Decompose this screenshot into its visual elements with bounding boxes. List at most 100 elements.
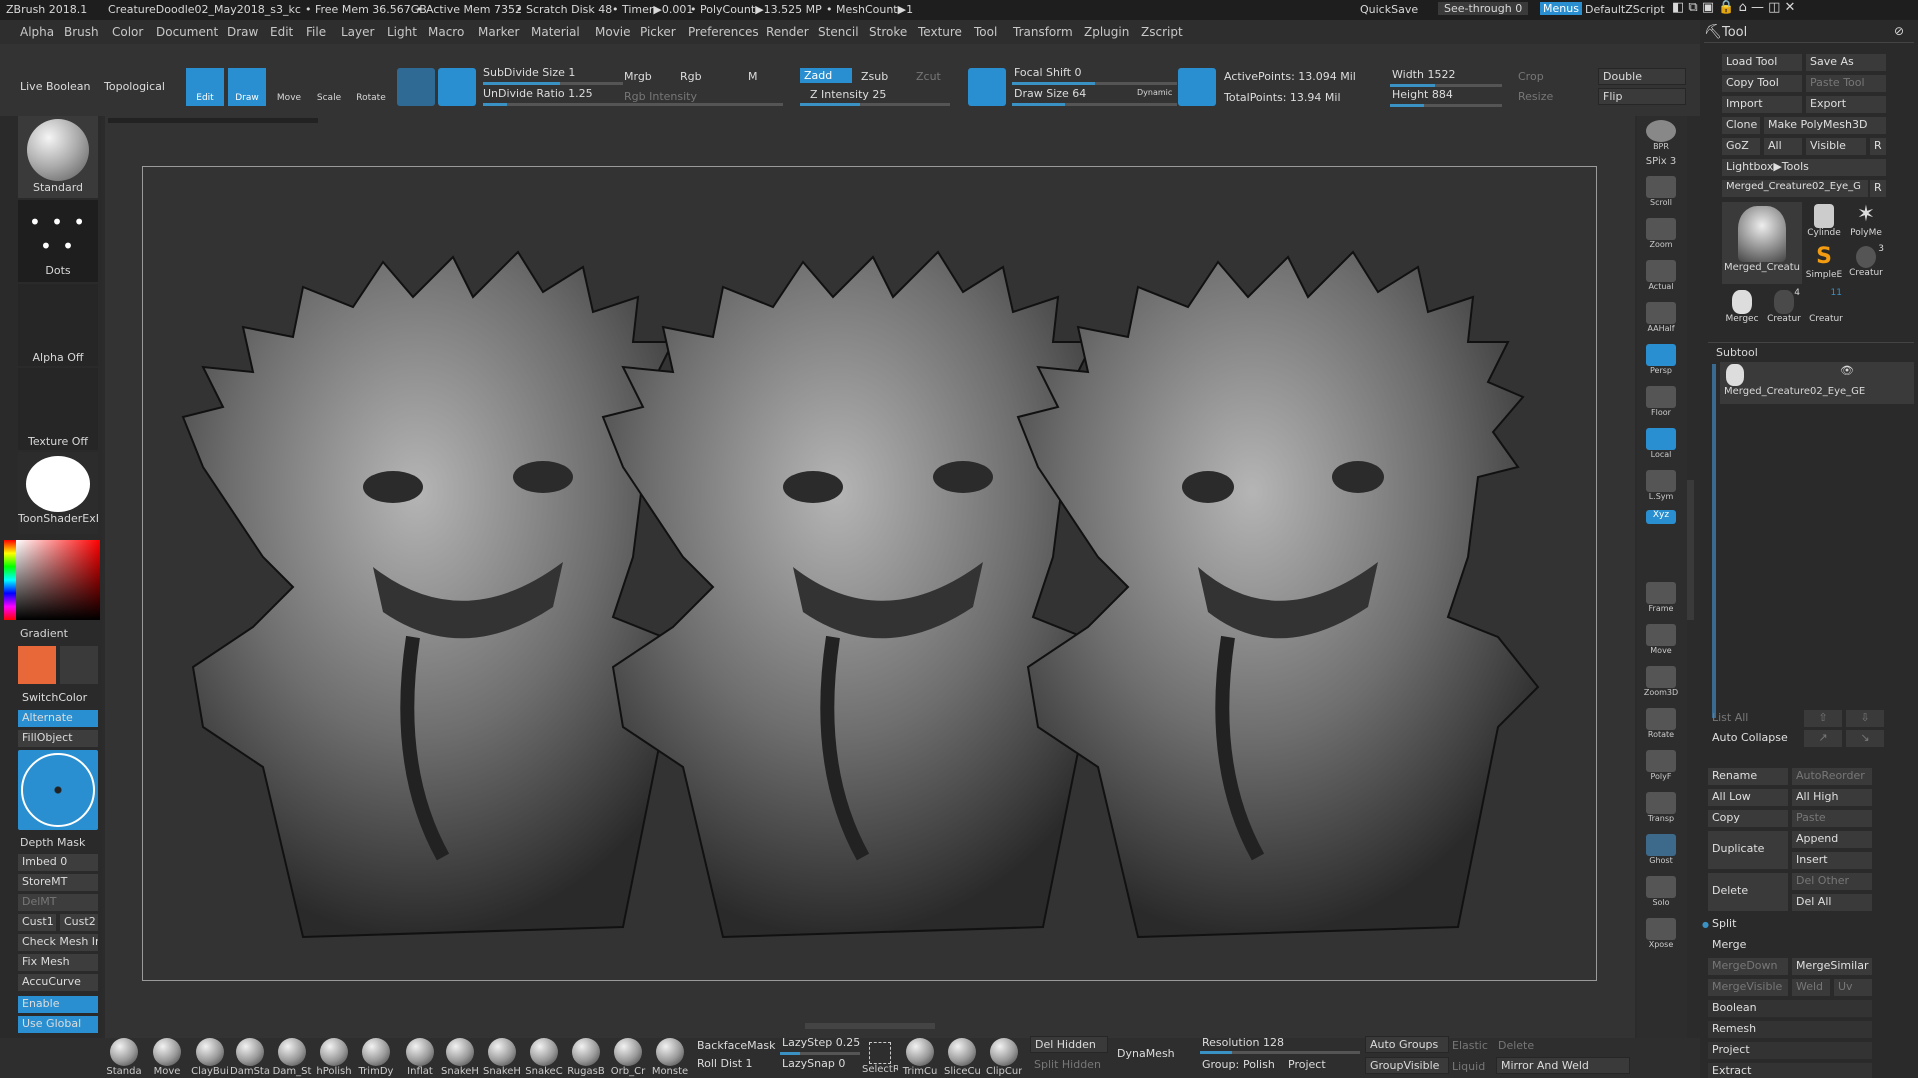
draw-button[interactable]: Draw	[228, 68, 266, 106]
project-section[interactable]: Project	[1708, 1042, 1872, 1059]
menu-render[interactable]: Render	[766, 25, 809, 39]
extract-section[interactable]: Extract	[1708, 1063, 1872, 1078]
rotate-view-button[interactable]: Rotate	[1639, 706, 1683, 746]
brush-snakehook-1[interactable]: SnakeH	[440, 1036, 480, 1078]
lazy-step-bar[interactable]	[780, 1052, 860, 1055]
ghost-button[interactable]: Ghost	[1639, 832, 1683, 872]
undivide-ratio-slider[interactable]: UnDivide Ratio 1.25	[483, 87, 593, 100]
tool-panel-title[interactable]: Tool	[1722, 25, 1747, 40]
width-slider[interactable]: Width 1522	[1392, 68, 1455, 81]
brush-move[interactable]: Move	[147, 1036, 187, 1078]
elastic-button[interactable]: Elastic	[1452, 1039, 1488, 1052]
quicksave-button[interactable]: QuickSave	[1360, 3, 1418, 16]
duplicate-button[interactable]: Duplicate	[1708, 831, 1788, 869]
brush-orb-cracks[interactable]: Orb_Cr	[608, 1036, 648, 1078]
document-frame[interactable]	[142, 166, 1597, 981]
del-all-button[interactable]: Del All	[1792, 894, 1872, 911]
check-mesh-button[interactable]: Check Mesh In	[18, 934, 98, 951]
brush-claybuildup[interactable]: ClayBui	[190, 1036, 230, 1078]
window-controls-icon[interactable]: ◧ ⧉ ▣ 🔒 ⌂ — ◫ ✕	[1672, 0, 1795, 15]
save-as-button[interactable]: Save As	[1806, 54, 1886, 71]
menu-zplugin[interactable]: Zplugin	[1084, 25, 1129, 39]
dynamic-draw-icon[interactable]	[1178, 68, 1216, 106]
undivide-ratio-bar[interactable]	[483, 103, 783, 106]
paste-button[interactable]: Paste	[1792, 810, 1872, 827]
zsub-button[interactable]: Zsub	[861, 70, 888, 83]
brush-inflate[interactable]: Inflat	[400, 1036, 440, 1078]
rgb-button[interactable]: Rgb	[680, 70, 702, 83]
switch-color-button[interactable]: SwitchColor	[18, 690, 98, 707]
menu-picker[interactable]: Picker	[640, 25, 676, 39]
auto-collapse-button[interactable]: Auto Collapse	[1708, 730, 1788, 747]
brush-dam-st[interactable]: Dam_St	[272, 1036, 312, 1078]
live-boolean-button[interactable]: Live Boolean	[20, 80, 91, 93]
goz-all-button[interactable]: All	[1764, 138, 1802, 155]
make-polymesh-button[interactable]: Make PolyMesh3D	[1764, 117, 1886, 134]
bpr-button[interactable]: BPR	[1639, 118, 1683, 158]
goz-button[interactable]: GoZ	[1722, 138, 1760, 155]
canvas-right-scroll[interactable]	[1686, 480, 1694, 620]
weld-button[interactable]: Weld	[1792, 979, 1830, 996]
zoom3d-button[interactable]: Zoom3D	[1639, 664, 1683, 704]
resize-button[interactable]: Resize	[1518, 90, 1553, 103]
edit-button[interactable]: Edit	[186, 68, 224, 106]
roll-dist-slider[interactable]: Roll Dist 1	[697, 1057, 753, 1070]
menu-zscript[interactable]: Zscript	[1141, 25, 1183, 39]
persp-button[interactable]: Persp	[1639, 342, 1683, 382]
subdivide-size-slider[interactable]: SubDivide Size 1	[483, 66, 575, 79]
flip-button[interactable]: Flip	[1598, 88, 1686, 105]
lsym-button[interactable]: L.Sym	[1639, 468, 1683, 508]
brush-trimdynamic[interactable]: TrimDy	[356, 1036, 396, 1078]
polyf-button[interactable]: PolyF	[1639, 748, 1683, 788]
move-view-button[interactable]: Move	[1639, 622, 1683, 662]
menus-button[interactable]: Menus	[1540, 2, 1582, 15]
merge-visible-button[interactable]: MergeVisible	[1708, 979, 1788, 996]
main-color-swatch[interactable]	[18, 646, 56, 684]
zoom-button[interactable]: Zoom	[1639, 216, 1683, 256]
remesh-section[interactable]: Remesh	[1708, 1021, 1872, 1038]
del-other-button[interactable]: Del Other	[1792, 873, 1872, 890]
bottom-shelf-handle[interactable]	[805, 1023, 935, 1029]
xpose-button[interactable]: Xpose	[1639, 916, 1683, 956]
use-global-button[interactable]: Use Global	[18, 1016, 98, 1033]
clone-button[interactable]: Clone	[1722, 117, 1760, 134]
solo-button[interactable]: Solo	[1639, 874, 1683, 914]
clip-curve-button[interactable]: ClipCur	[986, 1036, 1022, 1078]
menu-material[interactable]: Material	[531, 25, 580, 39]
menu-macro[interactable]: Macro	[428, 25, 464, 39]
merge-similar-button[interactable]: MergeSimilar	[1792, 958, 1872, 975]
fill-object-button[interactable]: FillObject	[18, 730, 98, 747]
tool-thumb-simple[interactable]: S SimpleE	[1804, 244, 1844, 284]
menu-texture[interactable]: Texture	[918, 25, 962, 39]
copy-tool-button[interactable]: Copy Tool	[1722, 75, 1802, 92]
boolean-section[interactable]: Boolean	[1708, 1000, 1872, 1017]
liquid-button[interactable]: Liquid	[1452, 1060, 1485, 1073]
brush-hpolish[interactable]: hPolish	[314, 1036, 354, 1078]
menu-color[interactable]: Color	[112, 25, 143, 39]
export-button[interactable]: Export	[1806, 96, 1886, 113]
yin-yang-icon[interactable]	[438, 68, 476, 106]
subtool-header[interactable]: Subtool	[1716, 346, 1758, 359]
import-button[interactable]: Import	[1722, 96, 1802, 113]
tool-thumb-creature-c[interactable]: Creatur 11	[1806, 288, 1846, 328]
trim-curve-button[interactable]: TrimCu	[902, 1036, 938, 1078]
list-all-button[interactable]: List All	[1708, 710, 1788, 727]
slice-curve-button[interactable]: SliceCu	[944, 1036, 980, 1078]
subtool-scrollbar[interactable]	[1712, 364, 1716, 718]
alpha-selector[interactable]: Alpha Off	[18, 284, 98, 366]
menu-tool[interactable]: Tool	[974, 25, 997, 39]
menu-layer[interactable]: Layer	[341, 25, 374, 39]
delete-button[interactable]: Delete	[1708, 873, 1788, 911]
lightbox-tools-button[interactable]: Lightbox▶Tools	[1722, 159, 1886, 176]
xyz-button[interactable]: Xyz	[1639, 510, 1683, 528]
crop-button[interactable]: Crop	[1518, 70, 1544, 83]
focal-shift-bar[interactable]	[1012, 82, 1177, 85]
menu-brush[interactable]: Brush	[64, 25, 99, 39]
menu-stencil[interactable]: Stencil	[818, 25, 859, 39]
menu-draw[interactable]: Draw	[227, 25, 258, 39]
select-rect-button[interactable]: SelectRe	[862, 1036, 898, 1078]
menu-movie[interactable]: Movie	[595, 25, 631, 39]
append-button[interactable]: Append	[1792, 831, 1872, 848]
stroke-selector[interactable]: • • • • • Dots	[18, 200, 98, 282]
move-down-icon[interactable]: ⇩	[1846, 710, 1884, 727]
